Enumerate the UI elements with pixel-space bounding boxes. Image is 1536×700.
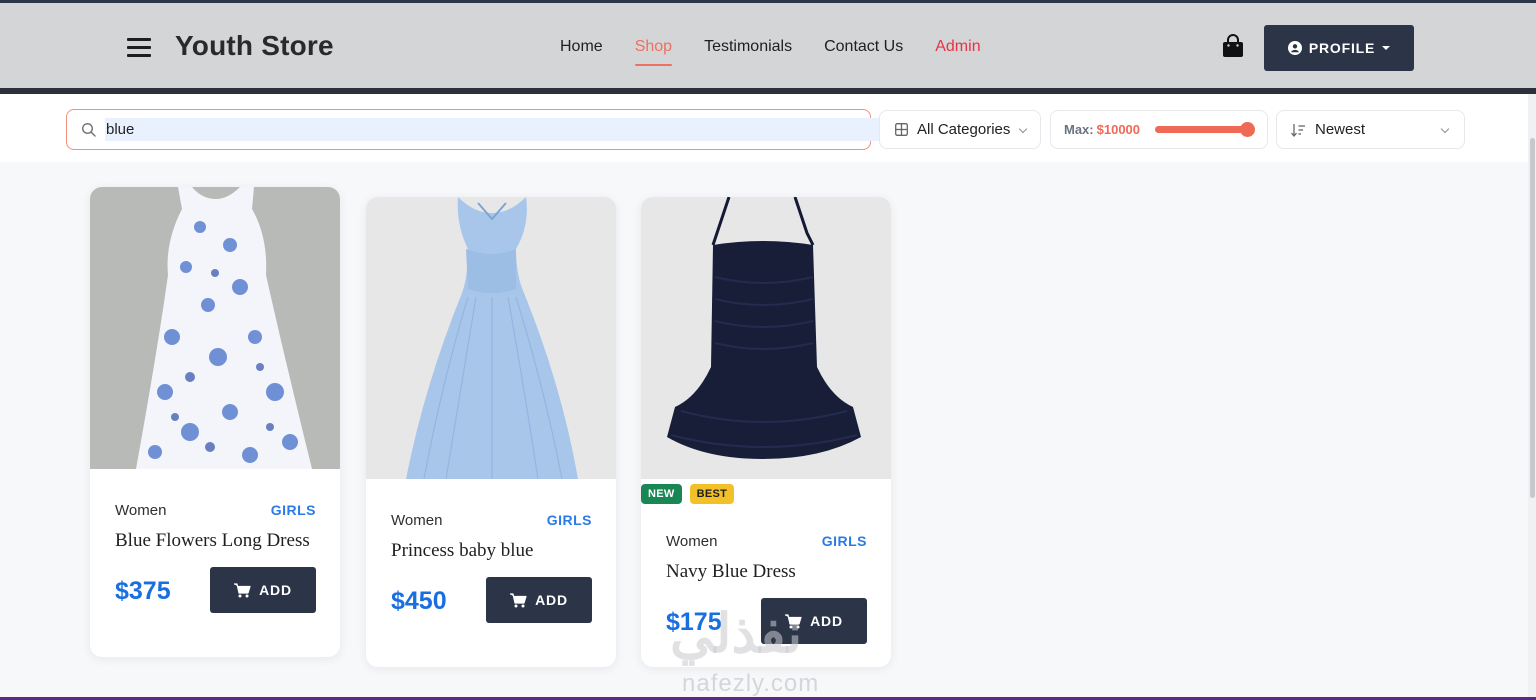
badge-row: NEW BEST <box>641 484 735 504</box>
caret-down-icon <box>1382 46 1391 50</box>
grid-icon <box>895 123 908 136</box>
max-price-label: Max: <box>1064 122 1094 137</box>
product-title[interactable]: Princess baby blue <box>391 540 533 562</box>
product-image[interactable] <box>366 197 616 479</box>
add-label: ADD <box>810 613 843 629</box>
product-title[interactable]: Blue Flowers Long Dress <box>115 530 310 552</box>
product-title[interactable]: Navy Blue Dress <box>666 561 796 583</box>
nav-admin[interactable]: Admin <box>935 38 980 56</box>
nav-home[interactable]: Home <box>560 38 603 56</box>
cart-icon <box>234 582 251 597</box>
category-select-value: All Categories <box>917 121 1011 138</box>
nav-testimonials[interactable]: Testimonials <box>704 38 792 56</box>
cart-icon <box>510 592 527 607</box>
watermark-latin: nafezly.com <box>682 670 820 697</box>
product-subcategory[interactable]: GIRLS <box>547 512 592 528</box>
brand-logo[interactable]: Youth Store <box>175 30 334 62</box>
max-price-filter: Max: $10000 <box>1050 110 1268 149</box>
header: Youth Store Home Shop Testimonials Conta… <box>0 3 1536 88</box>
filter-bar: All Categories Max: $10000 Newest <box>0 94 1528 162</box>
sort-select[interactable]: Newest <box>1276 110 1465 149</box>
watermark-arabic: نفذلي <box>670 604 803 664</box>
product-card[interactable]: Women GIRLS Princess baby blue $450 ADD <box>366 197 616 667</box>
scrollbar-thumb[interactable] <box>1530 138 1535 498</box>
new-badge: NEW <box>641 484 682 504</box>
nav-contact[interactable]: Contact Us <box>824 38 903 56</box>
max-price-slider[interactable] <box>1155 122 1255 137</box>
chevron-down-icon <box>1440 124 1450 134</box>
shopping-bag-icon[interactable] <box>1222 34 1244 58</box>
nav-shop[interactable]: Shop <box>634 38 673 66</box>
search-box <box>66 109 895 150</box>
product-image[interactable] <box>641 197 891 479</box>
add-label: ADD <box>535 592 568 608</box>
product-subcategory[interactable]: GIRLS <box>822 533 867 549</box>
main-nav: Home Shop Testimonials Contact Us Admin <box>560 38 1013 66</box>
sort-icon <box>1291 123 1305 137</box>
product-card[interactable]: Women GIRLS Blue Flowers Long Dress $375… <box>90 187 340 657</box>
max-price-value: $10000 <box>1096 122 1141 137</box>
search-icon <box>81 122 96 137</box>
category-select[interactable]: All Categories <box>879 110 1041 149</box>
product-image[interactable] <box>90 187 340 469</box>
product-category: Women <box>115 502 167 519</box>
product-category: Women <box>391 512 443 529</box>
slider-thumb[interactable] <box>1240 122 1255 137</box>
sort-select-value: Newest <box>1315 121 1366 138</box>
profile-button[interactable]: PROFILE <box>1264 25 1414 71</box>
product-price: $450 <box>391 587 447 615</box>
chevron-down-icon <box>1018 124 1028 134</box>
profile-label: PROFILE <box>1308 40 1376 56</box>
product-category: Women <box>666 533 718 550</box>
add-to-cart-button[interactable]: ADD <box>486 577 592 623</box>
user-icon <box>1287 41 1302 55</box>
product-card[interactable]: NEW BEST Women GIRLS Navy Blue Dress $17… <box>641 197 891 667</box>
product-subcategory[interactable]: GIRLS <box>271 502 316 518</box>
add-to-cart-button[interactable]: ADD <box>210 567 316 613</box>
search-input[interactable] <box>105 118 855 141</box>
best-badge: BEST <box>689 484 735 504</box>
add-label: ADD <box>259 582 292 598</box>
menu-icon[interactable] <box>127 38 151 57</box>
product-price: $375 <box>115 577 171 605</box>
